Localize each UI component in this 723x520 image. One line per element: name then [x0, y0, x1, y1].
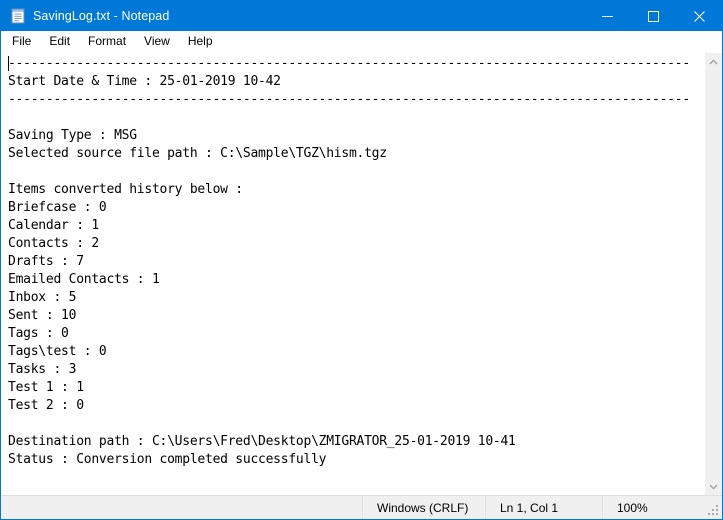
minimize-button[interactable] — [584, 1, 630, 31]
status-encoding: Windows (CRLF) — [362, 496, 485, 519]
notepad-window: SavingLog.txt - Notepad File Edit Format… — [0, 0, 723, 520]
text-line: Start Date & Time : 25-01-2019 10-42 — [8, 74, 281, 89]
menu-item-edit[interactable]: Edit — [40, 32, 79, 52]
status-bar-spacer — [1, 496, 362, 519]
text-line: Contacts : 2 — [8, 236, 99, 251]
text-line — [8, 415, 704, 433]
menu-bar: File Edit Format View Help — [1, 31, 722, 52]
chevron-up-icon — [709, 58, 718, 64]
text-line: Inbox : 5 — [8, 290, 77, 305]
notepad-icon — [10, 8, 26, 24]
text-line: Drafts : 7 — [8, 254, 84, 269]
menu-item-help[interactable]: Help — [179, 32, 222, 52]
text-line: Emailed Contacts : 1 — [8, 272, 160, 287]
text-line: Items converted history below : — [8, 182, 243, 197]
text-line: Briefcase : 0 — [8, 200, 107, 215]
window-title: SavingLog.txt - Notepad — [33, 9, 170, 23]
status-zoom-level: 100% — [602, 496, 722, 519]
resize-grip[interactable] — [707, 504, 719, 516]
minimize-icon — [601, 15, 613, 17]
close-icon — [693, 10, 705, 22]
text-line: Test 1 : 1 — [8, 380, 84, 395]
text-line: ----------------------------------------… — [8, 92, 690, 107]
maximize-icon — [647, 10, 659, 22]
text-line — [8, 163, 704, 181]
status-cursor-position: Ln 1, Col 1 — [485, 496, 602, 519]
text-editor[interactable]: ----------------------------------------… — [1, 53, 704, 495]
status-bar: Windows (CRLF) Ln 1, Col 1 100% — [1, 495, 722, 519]
title-bar[interactable]: SavingLog.txt - Notepad — [1, 1, 722, 31]
text-line: Calendar : 1 — [8, 218, 99, 233]
text-caret — [8, 56, 9, 71]
text-line: Destination path : C:\Users\Fred\Desktop… — [8, 434, 516, 449]
text-line: Saving Type : MSG — [8, 128, 137, 143]
close-button[interactable] — [676, 1, 722, 31]
menu-item-file[interactable]: File — [3, 32, 40, 52]
text-line: Test 2 : 0 — [8, 398, 84, 413]
menu-item-view[interactable]: View — [135, 32, 179, 52]
menu-item-format[interactable]: Format — [79, 32, 135, 52]
text-line: ----------------------------------------… — [8, 56, 690, 71]
editor-area: ----------------------------------------… — [1, 52, 722, 495]
scroll-up-button[interactable] — [705, 53, 722, 70]
text-line: Sent : 10 — [8, 308, 77, 323]
text-line: Selected source file path : C:\Sample\TG… — [8, 146, 387, 161]
scroll-down-button[interactable] — [705, 478, 722, 495]
text-line: Tasks : 3 — [8, 362, 77, 377]
window-controls — [584, 1, 722, 31]
maximize-button[interactable] — [630, 1, 676, 31]
text-line: Tags : 0 — [8, 326, 69, 341]
text-line: Tags\test : 0 — [8, 344, 107, 359]
text-line: Status : Conversion completed successful… — [8, 452, 327, 467]
text-line — [8, 109, 704, 127]
vertical-scrollbar[interactable] — [704, 53, 722, 495]
chevron-down-icon — [709, 484, 718, 490]
